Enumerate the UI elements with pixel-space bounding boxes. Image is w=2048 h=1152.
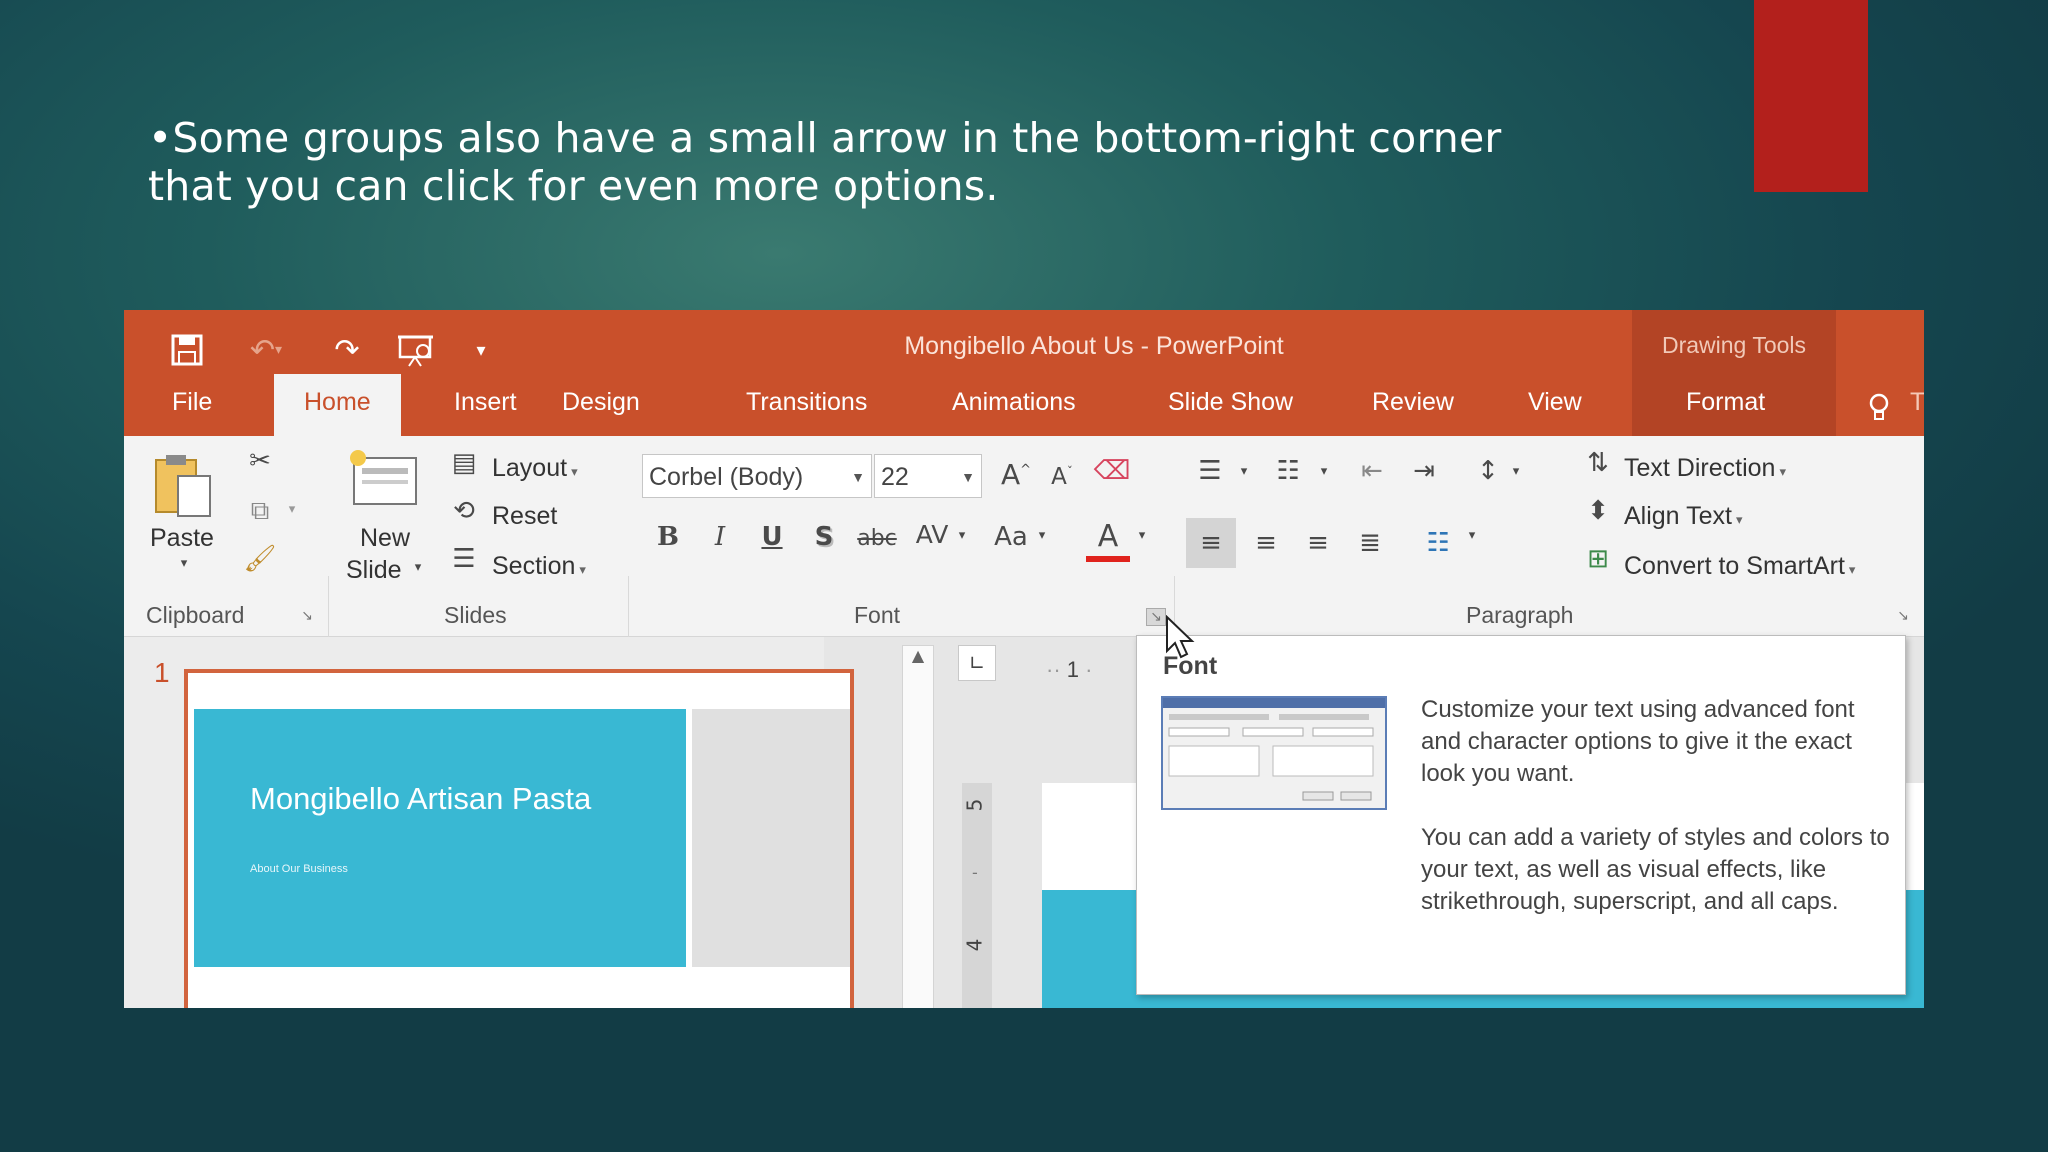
align-text-icon[interactable]: ⬍ — [1578, 496, 1618, 526]
section-icon[interactable]: ☰ — [444, 544, 484, 574]
grow-font-icon[interactable]: A^ — [996, 458, 1036, 491]
slide-bullet-text: •Some groups also have a small arrow in … — [148, 114, 1502, 210]
copy-dropdown-icon[interactable]: ▾ — [284, 502, 300, 517]
font-group-label: Font — [854, 602, 901, 628]
tab-format[interactable]: Format — [1682, 374, 1769, 436]
font-color-dropdown-icon[interactable]: ▾ — [1134, 528, 1150, 543]
paragraph-launcher-icon[interactable]: ↘ — [1894, 608, 1912, 624]
character-spacing-button[interactable]: AV — [908, 520, 956, 549]
font-name-combo[interactable]: Corbel (Body) ▼ — [642, 454, 872, 498]
powerpoint-screenshot: ↶ ▾ ↷ ▾ Mongibello About Us - PowerPoint … — [124, 310, 1924, 1008]
font-size-combo[interactable]: 22 ▼ — [874, 454, 982, 498]
smartart-icon[interactable]: ⊞ — [1578, 544, 1618, 574]
section-button[interactable]: Section ▾ — [492, 552, 586, 581]
slide-thumbnail[interactable]: Mongibello Artisan Pasta About Our Busin… — [184, 669, 854, 1008]
clipboard-group-label: Clipboard — [146, 602, 245, 628]
italic-button[interactable]: I — [700, 522, 740, 552]
text-direction-icon[interactable]: ⇅ — [1578, 448, 1618, 478]
increase-indent-icon[interactable]: ⇥ — [1402, 456, 1446, 486]
undo-icon[interactable]: ↶ ▾ — [236, 322, 296, 378]
new-slide-label-2[interactable]: Slide — [346, 556, 402, 585]
window-title: Mongibello About Us - PowerPoint — [904, 332, 1284, 360]
tell-me-fragment[interactable]: T — [1906, 374, 1924, 436]
decrease-indent-icon[interactable]: ⇤ — [1350, 456, 1394, 486]
align-right-icon[interactable]: ≡ — [1296, 518, 1340, 568]
new-slide-label-1[interactable]: New — [360, 524, 410, 553]
new-slide-icon[interactable] — [346, 448, 424, 508]
tab-transitions[interactable]: Transitions — [742, 374, 871, 436]
align-text-button[interactable]: Align Text ▾ — [1624, 502, 1742, 531]
slide-number: 1 — [154, 657, 170, 688]
contextual-tab-label: Drawing Tools — [1661, 332, 1807, 358]
numbering-dropdown-icon[interactable]: ▾ — [1316, 464, 1332, 479]
redo-icon[interactable]: ↷ — [324, 322, 370, 378]
spacing-dropdown-icon[interactable]: ▾ — [954, 528, 970, 543]
clipboard-launcher-icon[interactable]: ↘ — [298, 608, 316, 624]
numbering-icon[interactable]: ☷ — [1268, 456, 1308, 486]
font-tooltip: Font Customize your text using advanced … — [1136, 635, 1906, 995]
paste-icon[interactable] — [150, 452, 222, 522]
slides-group-label: Slides — [444, 602, 507, 628]
paste-dropdown-icon[interactable]: ▾ — [174, 556, 194, 571]
clear-formatting-icon[interactable]: ⌫ — [1090, 456, 1134, 486]
paste-label[interactable]: Paste — [150, 524, 214, 553]
shrink-font-icon[interactable]: Aˇ — [1042, 464, 1082, 490]
justify-icon[interactable]: ≣ — [1348, 518, 1392, 568]
tab-animations[interactable]: Animations — [948, 374, 1080, 436]
thumbnail-subtitle: About Our Business — [250, 863, 348, 875]
layout-icon[interactable]: ▤ — [444, 448, 484, 478]
line-spacing-icon[interactable]: ↕ — [1468, 456, 1508, 486]
strikethrough-button[interactable]: abc — [852, 526, 902, 551]
layout-button[interactable]: Layout ▾ — [492, 454, 578, 483]
tab-design[interactable]: Design — [558, 374, 644, 436]
slide-accent-bar — [1754, 0, 1868, 192]
tooltip-body: Customize your text using advanced font … — [1421, 694, 1891, 950]
text-direction-button[interactable]: Text Direction ▾ — [1624, 454, 1786, 483]
thumbnail-side-block — [692, 709, 850, 967]
ribbon: Paste ▾ ✂ ⧉ ▾ 🖌 Clipboard ↘ New Slide ▾ … — [124, 436, 1924, 756]
convert-smartart-button[interactable]: Convert to SmartArt ▾ — [1624, 552, 1855, 581]
lightbulb-icon[interactable] — [1864, 380, 1894, 436]
align-center-icon[interactable]: ≡ — [1244, 518, 1288, 568]
tab-insert[interactable]: Insert — [450, 374, 521, 436]
align-left-icon[interactable]: ≡ — [1186, 518, 1236, 568]
tab-stop-selector-icon[interactable]: ∟ — [958, 645, 996, 681]
tab-review[interactable]: Review — [1368, 374, 1458, 436]
thumbnail-title: Mongibello Artisan Pasta — [250, 781, 592, 816]
font-dialog-preview-image — [1161, 696, 1387, 810]
tab-slideshow[interactable]: Slide Show — [1164, 374, 1297, 436]
thumbnail-title-block — [194, 709, 686, 967]
bullets-dropdown-icon[interactable]: ▾ — [1236, 464, 1252, 479]
font-dialog-launcher-icon[interactable]: ↘ — [1146, 608, 1166, 626]
line-spacing-dropdown-icon[interactable]: ▾ — [1508, 464, 1524, 479]
reset-icon[interactable]: ⟲ — [444, 496, 484, 526]
customize-qat-icon[interactable]: ▾ — [466, 322, 496, 378]
save-icon[interactable] — [164, 322, 210, 378]
presentation-icon[interactable] — [392, 322, 442, 378]
cut-icon[interactable]: ✂ — [240, 446, 280, 476]
columns-icon[interactable]: ☷ — [1416, 518, 1460, 568]
columns-dropdown-icon[interactable]: ▾ — [1464, 528, 1480, 543]
tooltip-paragraph-1: Customize your text using advanced font … — [1421, 696, 1855, 787]
underline-button[interactable]: U — [752, 522, 792, 552]
paragraph-group-label: Paragraph — [1466, 602, 1574, 628]
change-case-dropdown-icon[interactable]: ▾ — [1034, 528, 1050, 543]
font-color-button[interactable]: A — [1086, 518, 1130, 562]
reset-button[interactable]: Reset — [492, 502, 557, 531]
tab-home[interactable]: Home — [274, 374, 401, 436]
shadow-button[interactable]: S — [804, 522, 844, 552]
bold-button[interactable]: B — [648, 522, 688, 552]
scroll-up-icon[interactable]: ▲ — [903, 646, 933, 665]
vertical-ruler: 5 - 4 — [962, 783, 992, 1008]
change-case-button[interactable]: Aa — [986, 522, 1036, 552]
new-slide-dropdown-icon[interactable]: ▾ — [410, 560, 426, 575]
copy-icon[interactable]: ⧉ — [240, 496, 280, 527]
bullets-icon[interactable]: ☰ — [1190, 456, 1230, 486]
format-painter-icon[interactable]: 🖌 — [240, 544, 280, 574]
tooltip-paragraph-2: You can add a variety of styles and colo… — [1421, 824, 1890, 915]
tab-view[interactable]: View — [1524, 374, 1586, 436]
thumbnail-scrollbar[interactable]: ▲ — [902, 645, 934, 1008]
mouse-pointer-icon — [1164, 614, 1198, 665]
tab-file[interactable]: File — [168, 374, 216, 436]
